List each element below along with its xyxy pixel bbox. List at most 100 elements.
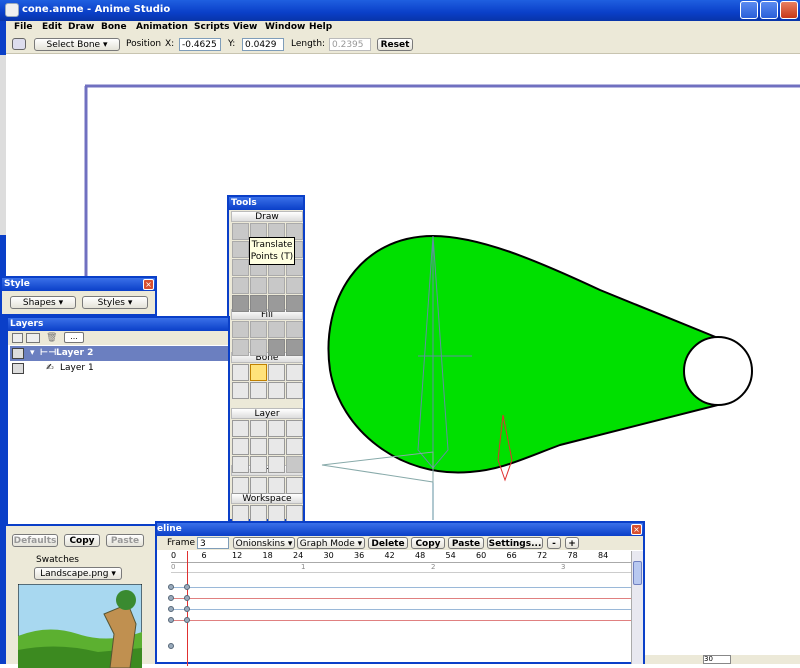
zoom-in-button[interactable]: +: [565, 537, 579, 549]
visibility-icon[interactable]: [12, 348, 24, 359]
delete-keys-button[interactable]: Delete: [368, 537, 408, 549]
tool-button[interactable]: [286, 420, 303, 437]
tool-button[interactable]: [232, 259, 249, 276]
tool-button[interactable]: [232, 364, 249, 381]
styles-dropdown[interactable]: Styles ▾: [82, 296, 148, 309]
defaults-button[interactable]: Defaults: [12, 534, 58, 547]
tool-button[interactable]: [286, 382, 303, 399]
timeline-close-icon[interactable]: ×: [631, 524, 642, 535]
zoom-field[interactable]: 30: [703, 655, 731, 664]
tool-button[interactable]: [268, 339, 285, 356]
tool-button[interactable]: [250, 420, 267, 437]
keyframe[interactable]: [184, 584, 190, 590]
tool-button[interactable]: [232, 420, 249, 437]
tool-button[interactable]: [268, 321, 285, 338]
tool-button[interactable]: [250, 505, 267, 522]
swatch-file-dropdown[interactable]: Landscape.png ▾: [34, 567, 122, 580]
paste-style-button[interactable]: Paste: [106, 534, 144, 547]
tool-button[interactable]: [286, 339, 303, 356]
onionskins-dropdown[interactable]: Onionskins ▾: [233, 537, 295, 549]
tool-button[interactable]: [250, 477, 267, 494]
minimize-button[interactable]: [740, 1, 758, 19]
keyframe[interactable]: [168, 643, 174, 649]
tool-button[interactable]: [232, 223, 249, 240]
timeline-scrollbar[interactable]: [631, 551, 643, 664]
zoom-out-button[interactable]: -: [547, 537, 561, 549]
keyframe[interactable]: [168, 617, 174, 623]
tool-button[interactable]: [250, 277, 267, 294]
tool-button[interactable]: [250, 438, 267, 455]
tool-button[interactable]: [268, 420, 285, 437]
menu-animation[interactable]: Animation: [136, 22, 188, 32]
keyframe[interactable]: [168, 606, 174, 612]
frame-field[interactable]: 3: [197, 537, 229, 549]
tool-button[interactable]: [250, 382, 267, 399]
layer-options-button[interactable]: ...: [64, 332, 84, 343]
tool-button[interactable]: [286, 277, 303, 294]
tool-button[interactable]: [250, 339, 267, 356]
select-bone-dropdown[interactable]: Select Bone ▾: [34, 38, 120, 51]
tool-button[interactable]: [232, 339, 249, 356]
tool-button[interactable]: [232, 277, 249, 294]
menu-window[interactable]: Window: [265, 22, 305, 32]
tool-button[interactable]: [232, 438, 249, 455]
tool-button[interactable]: [268, 438, 285, 455]
menu-help[interactable]: Help: [309, 22, 332, 32]
x-position-field[interactable]: -0.4625: [179, 38, 221, 51]
layer-row-layer1[interactable]: ✍ Layer 1: [10, 361, 228, 376]
paste-keys-button[interactable]: Paste: [448, 537, 484, 549]
tool-button[interactable]: [286, 477, 303, 494]
tool-button[interactable]: [232, 295, 249, 312]
settings-button[interactable]: Settings...: [487, 537, 543, 549]
tool-button[interactable]: [232, 505, 249, 522]
tool-button[interactable]: [286, 321, 303, 338]
tool-button[interactable]: [232, 321, 249, 338]
tool-button[interactable]: [286, 364, 303, 381]
y-position-field[interactable]: 0.0429: [242, 38, 284, 51]
tool-button[interactable]: [268, 477, 285, 494]
layer-row-layer2[interactable]: ▾ ⊢⊣ Layer 2: [10, 346, 228, 361]
tool-button[interactable]: [250, 295, 267, 312]
tool-button[interactable]: [250, 321, 267, 338]
expand-icon[interactable]: ▾: [30, 346, 35, 361]
maximize-button[interactable]: [760, 1, 778, 19]
tool-button[interactable]: [268, 382, 285, 399]
menu-scripts[interactable]: Scripts: [194, 22, 229, 32]
menu-bone[interactable]: Bone: [101, 22, 127, 32]
keyframe[interactable]: [168, 595, 174, 601]
style-close-icon[interactable]: ×: [143, 279, 154, 290]
tool-button[interactable]: [268, 277, 285, 294]
duplicate-layer-icon[interactable]: [26, 333, 40, 343]
timeline-ruler[interactable]: 0 6 12 18 24 30 36 42 48 54 60 66 72 78 84: [171, 551, 631, 563]
tool-button[interactable]: [232, 241, 249, 258]
tool-button[interactable]: [250, 364, 267, 381]
tool-button[interactable]: [286, 456, 303, 473]
tool-button[interactable]: [232, 477, 249, 494]
tool-button[interactable]: [250, 456, 267, 473]
tool-button[interactable]: [286, 505, 303, 522]
close-button[interactable]: [780, 1, 798, 19]
menu-file[interactable]: File: [14, 22, 32, 32]
tool-button[interactable]: [268, 295, 285, 312]
delete-layer-icon[interactable]: 🗑: [46, 333, 57, 343]
copy-keys-button[interactable]: Copy: [411, 537, 445, 549]
tool-button[interactable]: [232, 382, 249, 399]
tool-button[interactable]: [232, 456, 249, 473]
keyframe[interactable]: [184, 606, 190, 612]
graph-mode-dropdown[interactable]: Graph Mode ▾: [297, 537, 365, 549]
keyframe[interactable]: [184, 595, 190, 601]
menu-draw[interactable]: Draw: [68, 22, 94, 32]
new-layer-icon[interactable]: [12, 333, 23, 343]
keyframe[interactable]: [184, 617, 190, 623]
scrollbar-thumb[interactable]: [633, 561, 642, 585]
tool-button[interactable]: [268, 505, 285, 522]
menu-edit[interactable]: Edit: [42, 22, 62, 32]
tool-button[interactable]: [268, 456, 285, 473]
tool-button[interactable]: [286, 295, 303, 312]
visibility-icon[interactable]: [12, 363, 24, 374]
shapes-dropdown[interactable]: Shapes ▾: [10, 296, 76, 309]
tool-button[interactable]: [286, 438, 303, 455]
reset-button[interactable]: Reset: [377, 38, 413, 51]
keyframe[interactable]: [168, 584, 174, 590]
swatch-image[interactable]: [18, 584, 142, 668]
